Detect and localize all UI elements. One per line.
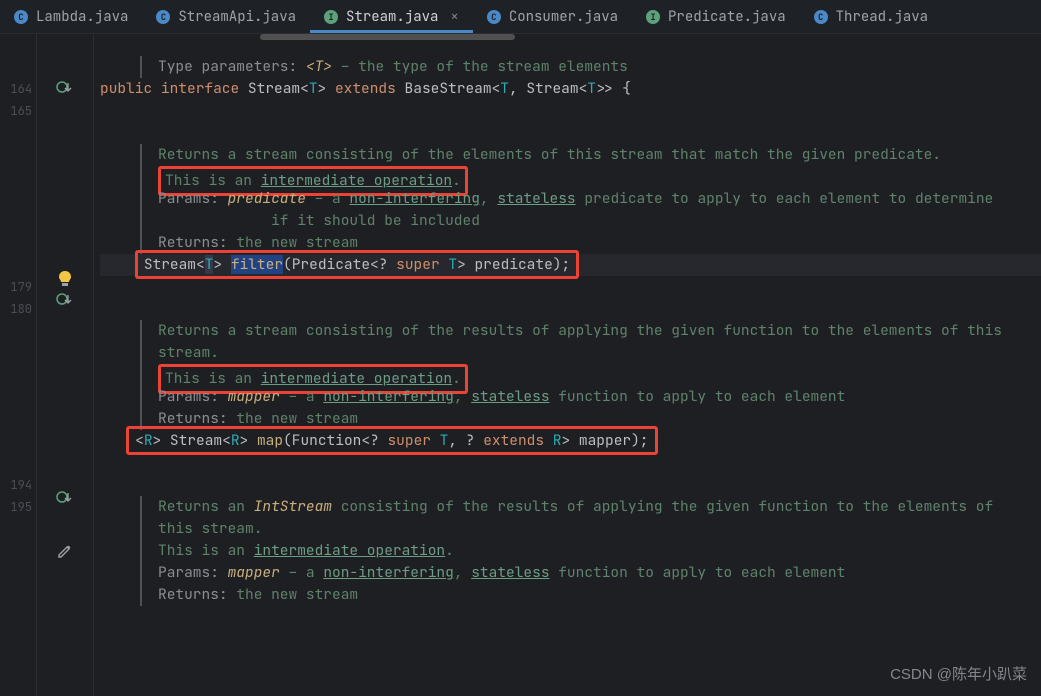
close-icon[interactable]: × xyxy=(450,8,458,26)
intention-bulb-icon[interactable] xyxy=(45,270,85,288)
code-line-filter: Stream<T> filter(Predicate<? super T> pr… xyxy=(100,254,1041,276)
override-marker-icon[interactable] xyxy=(45,80,85,94)
tab-predicate[interactable]: I Predicate.java xyxy=(632,0,800,33)
javadoc-line: Returns a stream consisting of the eleme… xyxy=(140,144,1041,166)
javadoc-line: if it should be included xyxy=(140,210,1041,232)
class-icon: C xyxy=(814,10,828,24)
javadoc-line: This is an intermediate operation. xyxy=(140,364,1041,386)
tab-label: StreamApi.java xyxy=(178,8,296,26)
tab-label: Lambda.java xyxy=(36,8,128,26)
line-number[interactable]: 180 xyxy=(0,298,32,320)
override-marker-icon[interactable] xyxy=(45,292,85,306)
javadoc-line: This is an intermediate operation. xyxy=(140,166,1041,188)
class-icon: C xyxy=(14,10,28,24)
line-number[interactable]: 164 xyxy=(0,78,32,100)
javadoc-line: Params: predicate – a non-interfering, s… xyxy=(140,188,1041,210)
javadoc-line: Returns an IntStream consisting of the r… xyxy=(140,496,1041,518)
tab-consumer[interactable]: C Consumer.java xyxy=(473,0,632,33)
watermark: CSDN @陈年小趴菜 xyxy=(890,663,1027,684)
line-number[interactable]: 194 xyxy=(0,474,32,496)
code-line-map: <R> Stream<R> map(Function<? super T, ? … xyxy=(100,430,1041,452)
gutter-markers xyxy=(36,34,94,696)
javadoc-line: Params: mapper – a non-interfering, stat… xyxy=(140,562,1041,584)
javadoc-line: This is an intermediate operation. xyxy=(140,540,1041,562)
intermediate-operation-link[interactable]: intermediate operation xyxy=(254,541,445,560)
code-line: public interface Stream<T> extends BaseS… xyxy=(100,78,1041,100)
tab-streamapi[interactable]: C StreamApi.java xyxy=(142,0,310,33)
tab-label: Stream.java xyxy=(346,8,438,26)
line-number[interactable]: 165 xyxy=(0,100,32,122)
javadoc-line: this stream. xyxy=(140,518,1041,540)
tab-stream[interactable]: I Stream.java × xyxy=(310,0,473,33)
editor-tabs: C Lambda.java C StreamApi.java I Stream.… xyxy=(0,0,1041,34)
tab-label: Predicate.java xyxy=(668,8,786,26)
line-number[interactable]: 195 xyxy=(0,496,32,518)
tab-thread[interactable]: C Thread.java xyxy=(800,0,942,33)
override-marker-icon[interactable] xyxy=(45,490,85,504)
line-number[interactable]: 179 xyxy=(0,276,32,298)
line-gutter: 164 165 179 180 194 195 xyxy=(0,34,36,696)
javadoc-line: Type parameters: <T> – the type of the s… xyxy=(140,56,1041,78)
tab-lambda[interactable]: C Lambda.java xyxy=(0,0,142,33)
javadoc-line: Returns a stream consisting of the resul… xyxy=(140,320,1041,342)
class-icon: C xyxy=(156,10,170,24)
javadoc-line: stream. xyxy=(140,342,1041,364)
interface-icon: I xyxy=(324,10,338,24)
edit-icon[interactable] xyxy=(45,544,85,560)
code-area[interactable]: Type parameters: <T> – the type of the s… xyxy=(94,34,1041,696)
tab-label: Consumer.java xyxy=(509,8,618,26)
javadoc-line: Params: mapper – a non-interfering, stat… xyxy=(140,386,1041,408)
javadoc-line: Returns: the new stream xyxy=(140,584,1041,606)
editor: 164 165 179 180 194 195 xyxy=(0,34,1041,696)
tab-label: Thread.java xyxy=(836,8,928,26)
interface-icon: I xyxy=(646,10,660,24)
class-icon: C xyxy=(487,10,501,24)
